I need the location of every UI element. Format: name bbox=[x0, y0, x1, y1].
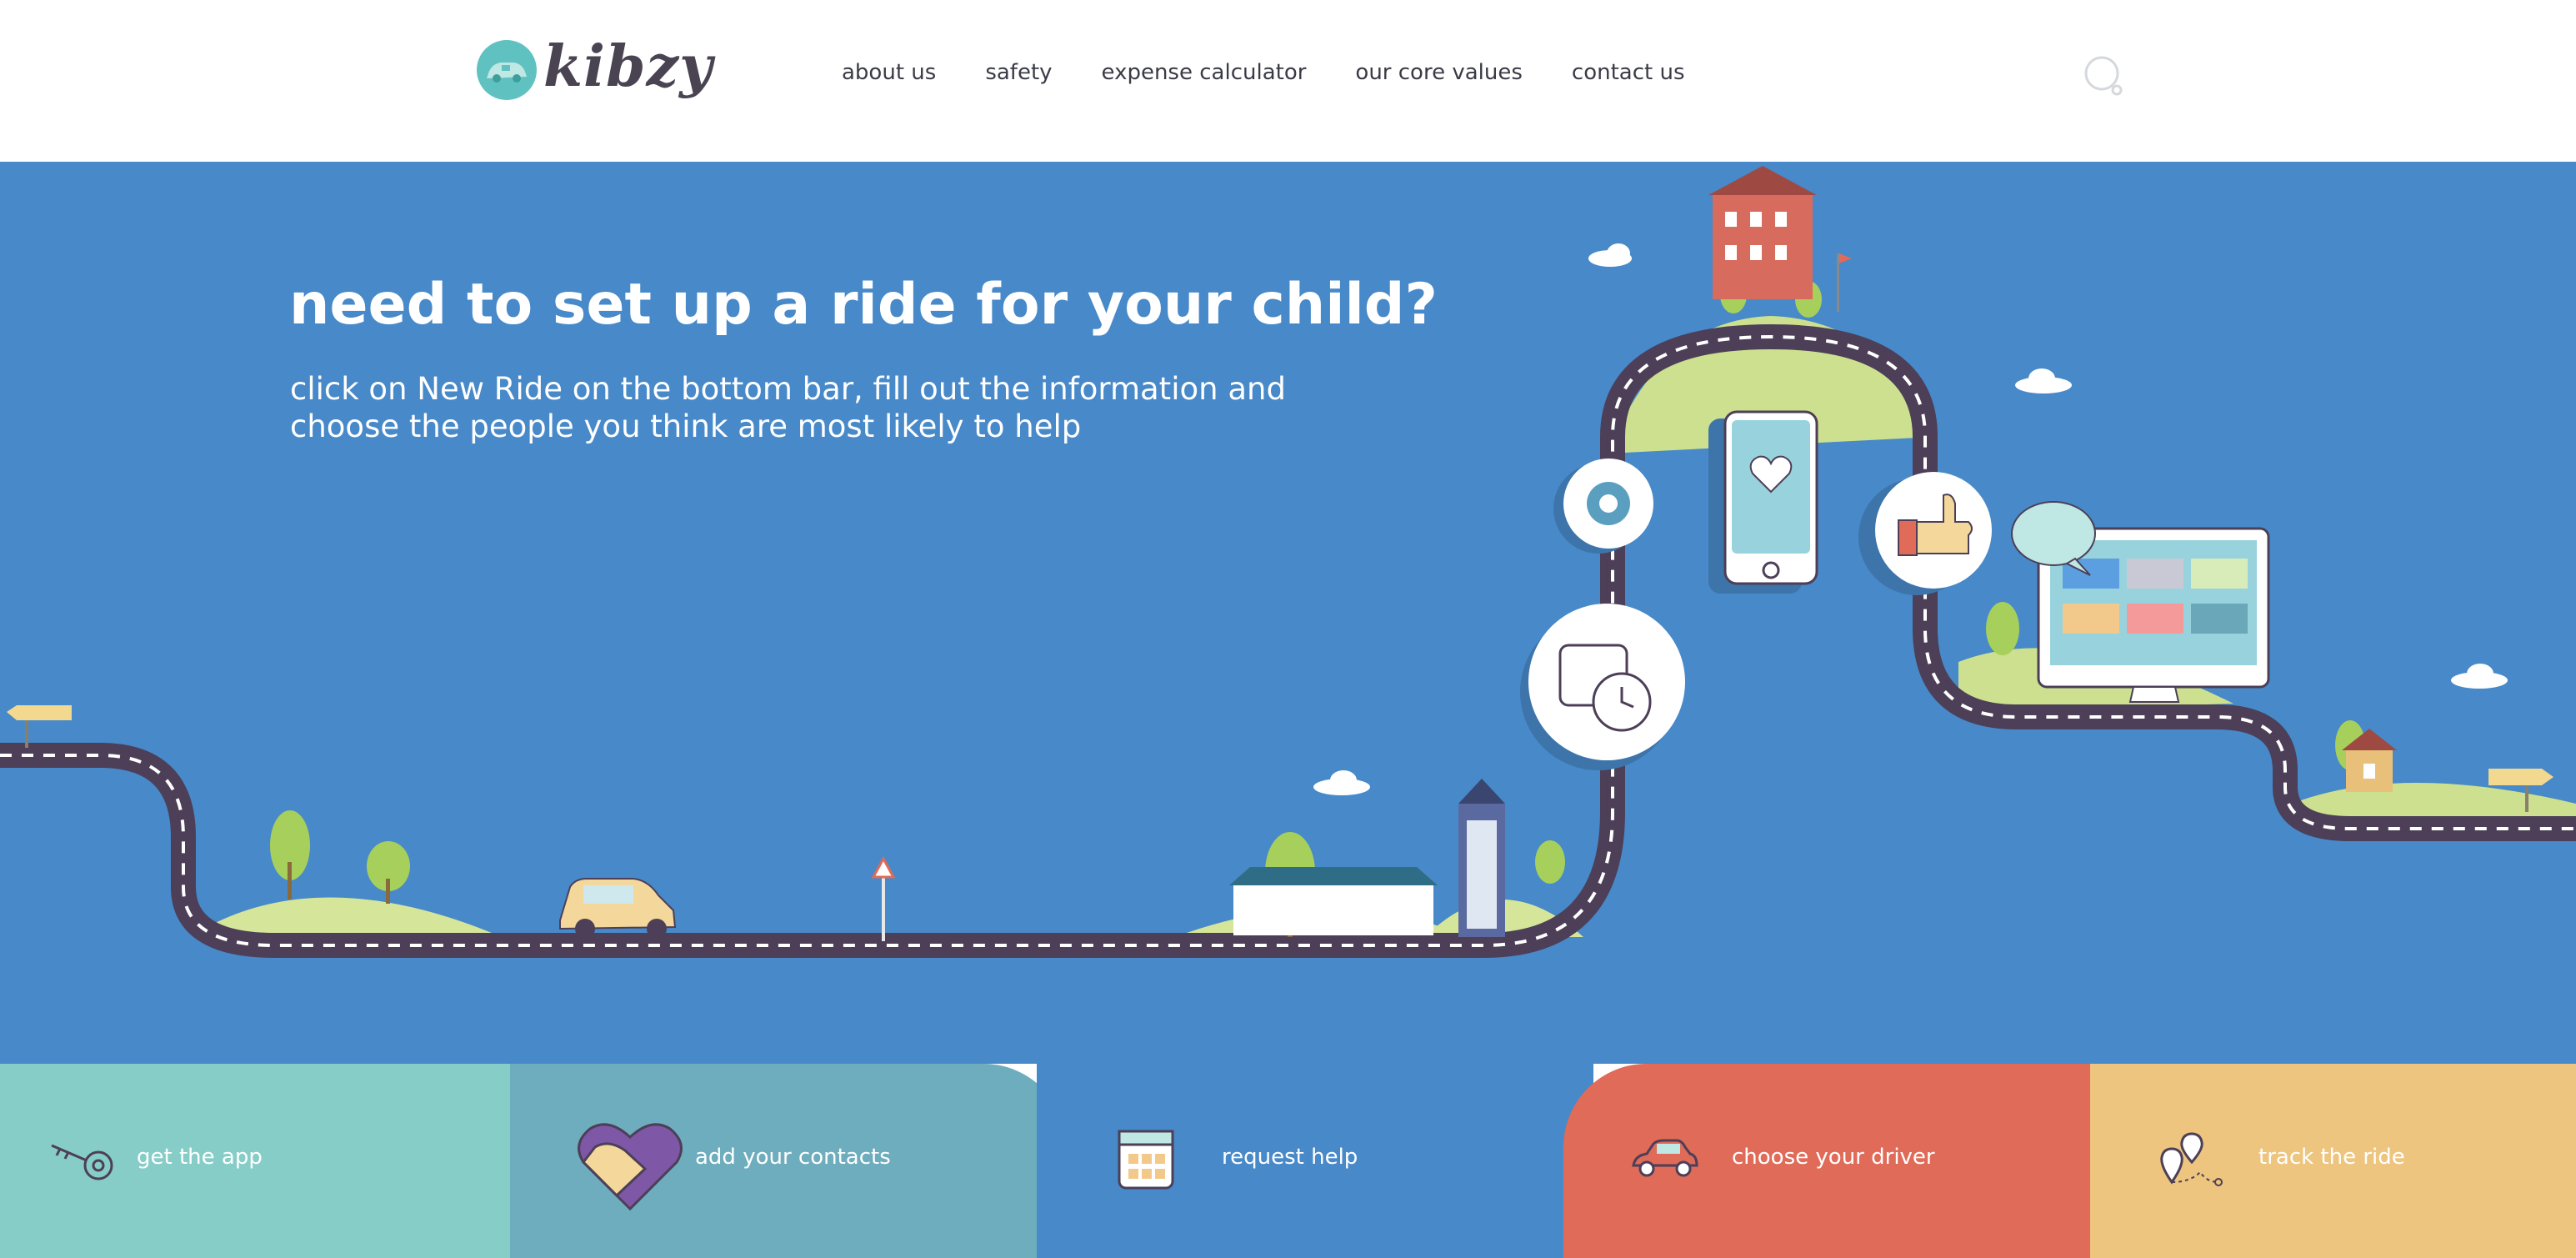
step-get-the-app[interactable]: get the app bbox=[0, 1064, 533, 1258]
handshake-icon bbox=[575, 1110, 687, 1217]
step-request-help[interactable]: request help bbox=[1037, 1064, 1593, 1258]
nav-expense-calculator[interactable]: expense calculator bbox=[1102, 60, 1307, 93]
logo-text: kibzy bbox=[543, 33, 713, 100]
settings-gear-icon bbox=[1553, 459, 1653, 554]
phone-heart-icon bbox=[1708, 410, 1818, 594]
step-label: add your contacts bbox=[695, 1145, 891, 1170]
nav-our-core-values[interactable]: our core values bbox=[1355, 60, 1522, 93]
logo[interactable]: kibzy bbox=[477, 33, 713, 105]
warning-sign-icon bbox=[871, 855, 896, 941]
search-icon[interactable] bbox=[2083, 55, 2127, 98]
thumbs-up-icon bbox=[1858, 472, 1992, 595]
step-label: get the app bbox=[137, 1145, 263, 1170]
main-nav: about us safety expense calculator our c… bbox=[842, 60, 1734, 93]
car-icon bbox=[559, 878, 677, 939]
hero-subtitle: click on New Ride on the bottom bar, fil… bbox=[290, 371, 1286, 444]
step-label: choose your driver bbox=[1732, 1145, 1935, 1170]
hero-title: need to set up a ride for your child? bbox=[289, 272, 1438, 338]
hero-section: need to set up a ride for your child? cl… bbox=[0, 162, 2576, 1064]
logo-car-icon bbox=[477, 40, 537, 100]
key-icon bbox=[48, 1139, 120, 1185]
car-icon bbox=[1630, 1137, 1700, 1184]
map-pin-icon bbox=[2157, 1132, 2223, 1194]
step-label: request help bbox=[1222, 1145, 1358, 1170]
nav-safety[interactable]: safety bbox=[985, 60, 1052, 93]
calendar-clock-icon bbox=[1520, 604, 1685, 770]
steps-bar: get the app add your contacts request he… bbox=[0, 1064, 2576, 1258]
step-add-your-contacts[interactable]: add your contacts bbox=[510, 1064, 1067, 1258]
left-arrow-sign-icon bbox=[7, 705, 72, 748]
step-choose-your-driver[interactable]: choose your driver bbox=[1563, 1064, 2120, 1258]
nav-contact-us[interactable]: contact us bbox=[1572, 60, 1685, 93]
step-track-the-ride[interactable]: track the ride bbox=[2090, 1064, 2576, 1258]
calendar-icon bbox=[1117, 1129, 1175, 1194]
site-header: kibzy about us safety expense calculator… bbox=[0, 0, 2576, 162]
nav-about-us[interactable]: about us bbox=[842, 60, 936, 93]
top-house-icon bbox=[1708, 166, 1852, 312]
step-label: track the ride bbox=[2258, 1145, 2405, 1170]
